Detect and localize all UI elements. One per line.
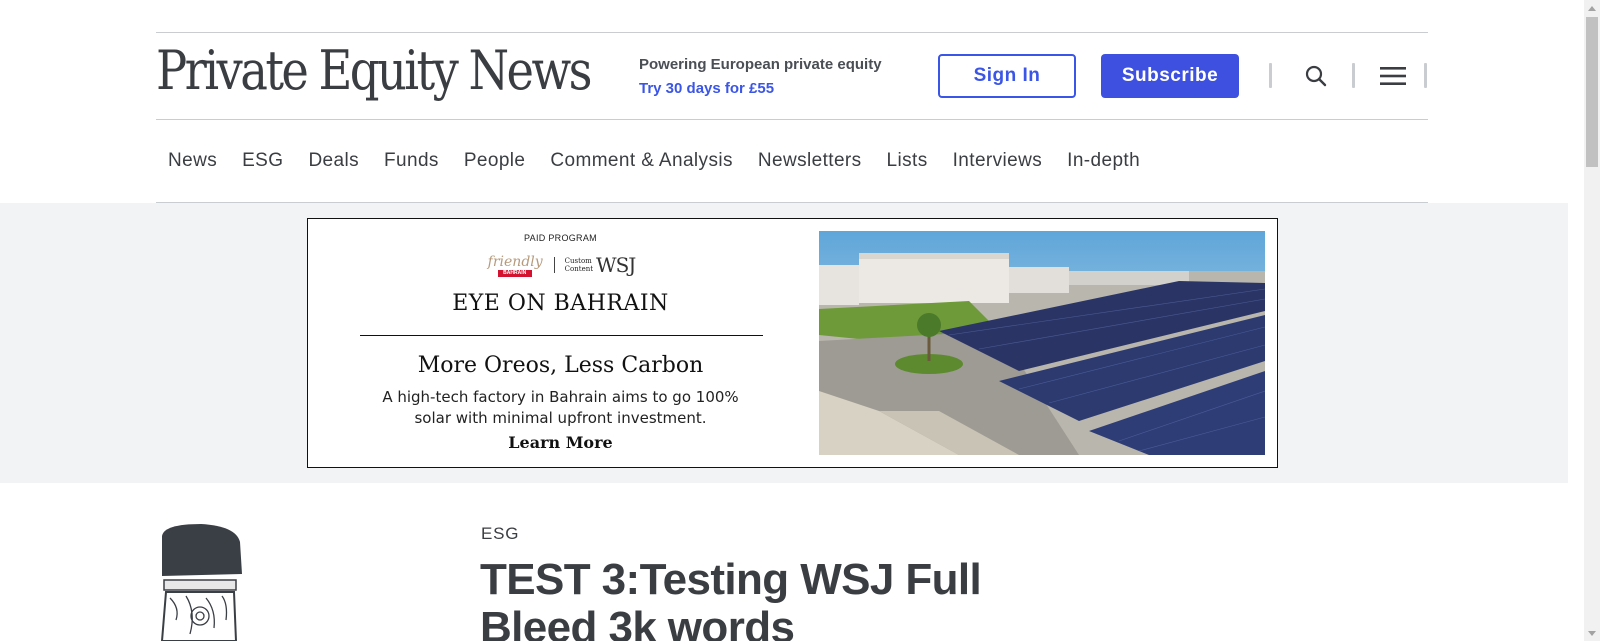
nav-item-deals[interactable]: Deals — [308, 146, 359, 176]
nav-item-esg[interactable]: ESG — [242, 146, 283, 176]
article-section-label[interactable]: ESG — [481, 524, 519, 544]
nav-item-in-depth[interactable]: In-depth — [1067, 146, 1140, 176]
site-logo[interactable]: Private Equity News — [156, 36, 592, 106]
header-separator — [1424, 63, 1427, 88]
header-divider — [156, 119, 1428, 120]
header-separator — [1269, 63, 1272, 88]
page: Private Equity News Powering European pr… — [0, 0, 1568, 641]
nav-item-news[interactable]: News — [168, 146, 217, 176]
sign-in-button[interactable]: Sign In — [938, 54, 1076, 98]
ad-text-panel: PAID PROGRAM friendly BAHRAIN Custom Con… — [308, 219, 813, 467]
trial-offer-link[interactable]: Try 30 days for £55 — [639, 79, 882, 99]
scroll-down-arrow-icon[interactable] — [1584, 625, 1600, 641]
article-headline[interactable]: TEST 3:Testing WSJ Full Bleed 3k words — [480, 556, 1040, 641]
search-icon[interactable] — [1300, 60, 1332, 92]
ad-divider — [360, 335, 763, 336]
nav-item-lists[interactable]: Lists — [887, 146, 928, 176]
nav-item-funds[interactable]: Funds — [384, 146, 439, 176]
subscription-promo: Powering European private equity Try 30 … — [639, 55, 882, 99]
promo-tagline: Powering European private equity — [639, 56, 882, 73]
nav-item-newsletters[interactable]: Newsletters — [758, 146, 862, 176]
ad-body: A high-tech factory in Bahrain aims to g… — [382, 388, 739, 427]
ad-headline[interactable]: More Oreos, Less Carbon — [308, 353, 813, 378]
nav-item-people[interactable]: People — [464, 146, 526, 176]
ad-factory-solar-image[interactable] — [819, 231, 1265, 455]
hamburger-menu-icon[interactable] — [1377, 60, 1409, 92]
scroll-up-arrow-icon[interactable] — [1584, 0, 1600, 16]
header-separator — [1352, 63, 1355, 88]
scrollbar-thumb[interactable] — [1586, 17, 1598, 167]
article-illustration — [156, 524, 246, 641]
ad-sponsor-logos: friendly BAHRAIN Custom Content WSJ — [308, 253, 813, 277]
ad-learn-more-link[interactable]: Learn More — [308, 433, 813, 452]
ad-kicker: EYE ON BAHRAIN — [452, 291, 669, 316]
nav-item-comment-analysis[interactable]: Comment & Analysis — [550, 146, 733, 176]
ad-paid-label: PAID PROGRAM — [524, 233, 597, 243]
sponsored-ad[interactable]: PAID PROGRAM friendly BAHRAIN Custom Con… — [307, 218, 1278, 468]
nav-item-interviews[interactable]: Interviews — [953, 146, 1043, 176]
main-nav: News ESG Deals Funds People Comment & An… — [168, 146, 1165, 176]
top-divider — [156, 32, 1428, 33]
logo-divider — [553, 257, 555, 273]
wsj-custom-content-logo: Custom Content WSJ — [564, 253, 637, 277]
subscribe-button[interactable]: Subscribe — [1101, 54, 1239, 98]
business-friendly-bahrain-logo: friendly BAHRAIN — [487, 254, 543, 277]
